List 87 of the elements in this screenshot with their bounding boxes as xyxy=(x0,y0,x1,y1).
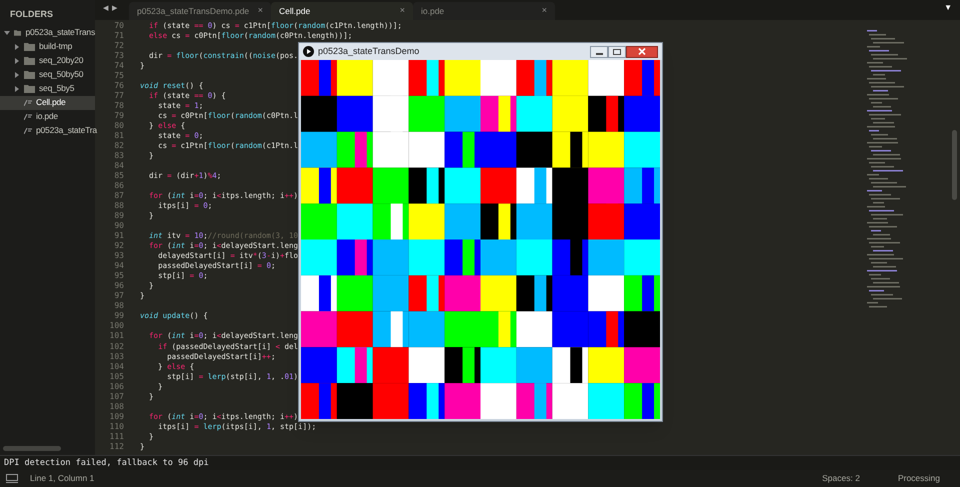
line-number: 91 xyxy=(113,231,125,242)
line-number: 86 xyxy=(113,181,125,192)
line-number: 105 xyxy=(108,372,125,382)
folder-icon xyxy=(24,70,35,78)
line-number: 101 xyxy=(108,331,125,342)
minimize-icon xyxy=(596,52,602,54)
scrollbar[interactable] xyxy=(952,130,957,200)
line-number: 106 xyxy=(108,382,125,392)
line-number: 84 xyxy=(113,161,125,172)
line-number: 112 xyxy=(108,442,125,452)
close-icon[interactable]: × xyxy=(400,4,405,18)
line-number: 74 xyxy=(113,61,125,72)
maximize-icon xyxy=(613,48,621,54)
line-number: 72 xyxy=(113,41,125,52)
line-number: 77 xyxy=(113,91,125,102)
folder-icon xyxy=(24,84,35,92)
caret-right-icon xyxy=(14,44,20,50)
minimize-button[interactable] xyxy=(590,46,608,58)
folder-icon xyxy=(24,56,35,64)
tab-menu-icon[interactable]: ▼ xyxy=(944,2,952,14)
console-output: DPI detection failed, fallback to 96 dpi xyxy=(0,455,960,470)
line-number: 104 xyxy=(108,362,125,372)
sidebar-item[interactable]: p0523a_stateTra xyxy=(0,124,95,138)
line-number: 109 xyxy=(108,412,125,422)
line-number: 78 xyxy=(113,101,125,112)
close-icon xyxy=(638,48,646,55)
line-number: 94 xyxy=(113,261,125,272)
caret-right-icon xyxy=(14,86,20,92)
line-number: 98 xyxy=(113,301,125,312)
tab[interactable]: Cell.pde × xyxy=(271,2,413,20)
caret-right-icon xyxy=(14,58,20,64)
console-icon[interactable] xyxy=(6,474,18,483)
tab[interactable]: io.pde × xyxy=(413,2,555,20)
sidebar-item[interactable]: p0523a_stateTrans xyxy=(0,26,95,40)
line-number: 100 xyxy=(108,321,125,332)
line-number: 71 xyxy=(113,31,125,42)
window-title: p0523a_stateTransDemo xyxy=(318,44,420,58)
line-number: 79 xyxy=(113,111,125,122)
sidebar-item[interactable]: Cell.pde xyxy=(0,96,95,110)
line-number: 110 xyxy=(108,422,125,432)
indentation-setting[interactable]: Spaces: 2 xyxy=(822,472,860,485)
line-number: 83 xyxy=(113,151,125,162)
line-number: 81 xyxy=(113,131,125,142)
line-number: 85 xyxy=(113,171,125,182)
line-number: 93 xyxy=(113,251,125,262)
line-number: 75 xyxy=(113,71,125,82)
close-icon[interactable]: × xyxy=(542,4,547,18)
line-number: 89 xyxy=(113,211,125,222)
line-number: 82 xyxy=(113,141,125,152)
sidebar-item[interactable]: seq_20by20 xyxy=(0,54,95,68)
folder-icon xyxy=(24,42,35,50)
file-icon xyxy=(24,114,32,120)
line-number: 102 xyxy=(108,342,125,352)
close-icon[interactable]: × xyxy=(258,4,263,18)
cursor-position: Line 1, Column 1 xyxy=(30,472,94,485)
close-button[interactable] xyxy=(626,46,658,58)
sidebar-item[interactable]: seq_50by50 xyxy=(0,68,95,82)
caret-down-icon xyxy=(4,30,10,36)
line-number: 73 xyxy=(113,51,125,62)
sidebar-item[interactable]: seq_5by5 xyxy=(0,82,95,96)
app-icon xyxy=(303,46,314,57)
tab[interactable]: p0523a_stateTransDemo.pde × xyxy=(129,2,271,20)
folder-icon xyxy=(14,28,22,36)
line-number: 70 xyxy=(113,21,125,32)
line-number: 90 xyxy=(113,221,125,232)
line-number: 107 xyxy=(108,392,125,402)
line-number: 108 xyxy=(108,402,125,412)
line-number: 103 xyxy=(108,352,125,362)
maximize-button[interactable] xyxy=(608,46,626,58)
line-number: 87 xyxy=(113,191,125,202)
line-number: 111 xyxy=(108,432,125,442)
line-number: 76 xyxy=(113,81,125,92)
scrollbar[interactable] xyxy=(3,446,61,451)
line-number: 99 xyxy=(113,311,125,322)
line-number: 95 xyxy=(113,271,125,282)
sidebar-item[interactable]: build-tmp xyxy=(0,40,95,54)
line-number: 88 xyxy=(113,201,125,212)
line-number: 97 xyxy=(113,291,125,302)
syntax-setting[interactable]: Processing xyxy=(898,472,940,485)
file-icon xyxy=(24,100,32,106)
line-number: 80 xyxy=(113,121,125,132)
caret-right-icon xyxy=(14,72,20,78)
sidebar-item[interactable]: io.pde xyxy=(0,110,95,124)
file-icon xyxy=(24,128,32,134)
sidebar-title: FOLDERS xyxy=(9,8,54,21)
line-number: 96 xyxy=(113,281,125,292)
line-number: 92 xyxy=(113,241,125,252)
